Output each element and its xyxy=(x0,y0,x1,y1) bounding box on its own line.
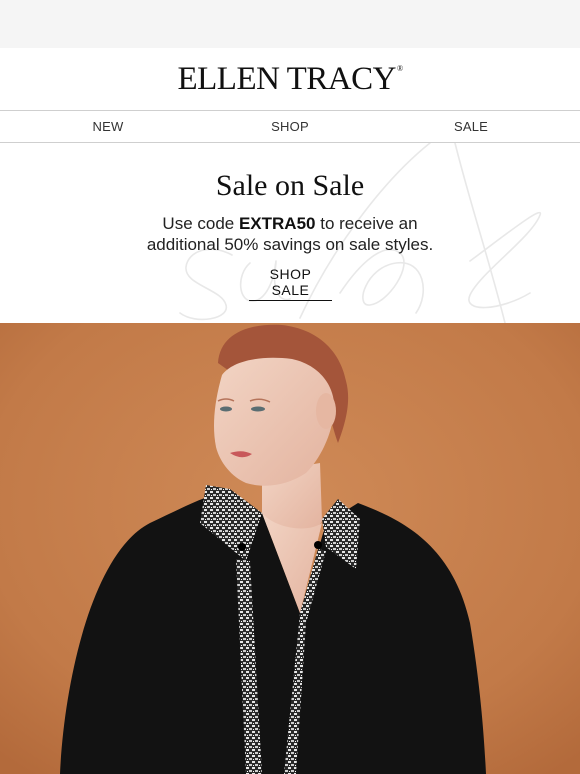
header: ELLEN TRACY ® xyxy=(0,48,580,110)
trademark-symbol: ® xyxy=(396,63,403,73)
brand-name: ELLEN TRACY xyxy=(177,60,396,97)
shop-sale-link[interactable]: SHOP SALE xyxy=(249,266,332,301)
promo-banner: Sale on Sale Use code EXTRA50 to receive… xyxy=(0,143,580,323)
hero-image[interactable] xyxy=(0,323,580,774)
model-photo xyxy=(0,323,580,774)
top-strip xyxy=(0,0,580,48)
promo-code: EXTRA50 xyxy=(238,214,316,233)
main-nav: NEW SHOP SALE xyxy=(0,110,580,143)
brand-logo[interactable]: ELLEN TRACY ® xyxy=(177,60,403,97)
nav-item-new[interactable]: NEW xyxy=(93,111,124,142)
nav-item-sale[interactable]: SALE xyxy=(454,111,488,142)
promo-text-prefix: Use code xyxy=(162,214,239,233)
nav-item-shop[interactable]: SHOP xyxy=(271,111,309,142)
promo-description: Use code EXTRA50 to receive an additiona… xyxy=(0,213,580,255)
promo-text-suffix: to receive an xyxy=(315,214,418,233)
promo-title: Sale on Sale xyxy=(215,169,365,202)
promo-text-line2: additional 50% savings on sale styles. xyxy=(146,235,434,254)
